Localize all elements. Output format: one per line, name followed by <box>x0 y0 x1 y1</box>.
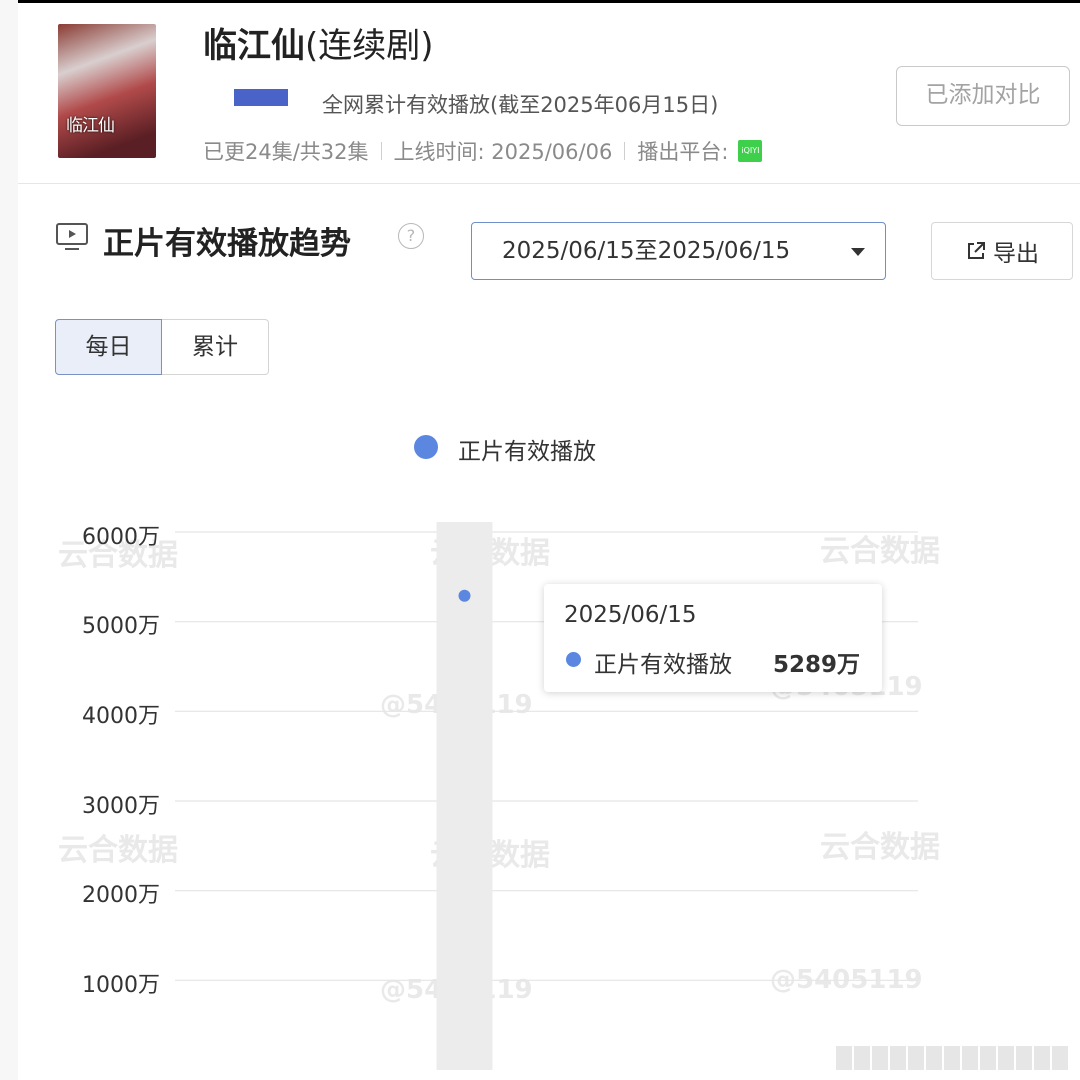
date-range-value: 2025/06/15至2025/06/15 <box>502 238 791 264</box>
stat-caption: 全网累计有效播放(截至2025年06月15日) <box>322 93 719 117</box>
title-suffix: (连续剧) <box>305 26 434 66</box>
bottom-overlay-strip <box>836 1046 1072 1070</box>
tooltip-series-name: 正片有效播放 <box>594 652 732 678</box>
top-border <box>0 0 1080 3</box>
launch-date: 上线时间: 2025/06/06 <box>393 140 613 164</box>
drama-poster: 临江仙 <box>58 24 156 158</box>
platform-label: 播出平台: <box>637 140 729 164</box>
poster-text: 临江仙 <box>66 116 115 136</box>
header-divider <box>18 183 1080 184</box>
episode-count: 已更24集/共32集 <box>203 140 369 164</box>
y-tick-label: 6000万 <box>82 525 160 550</box>
iqiyi-logo-icon: iQIYI <box>738 140 763 162</box>
external-link-icon <box>968 242 985 259</box>
tooltip-date: 2025/06/15 <box>564 602 697 628</box>
help-icon[interactable]: ? <box>398 223 424 249</box>
caret-down-icon <box>851 248 865 256</box>
legend-label[interactable]: 正片有效播放 <box>458 432 596 466</box>
tab-cumulative[interactable]: 累计 <box>162 319 269 375</box>
chart-tooltip: 2025/06/15 正片有效播放 5289万 <box>544 584 882 692</box>
y-tick-label: 3000万 <box>82 794 160 819</box>
meta-divider <box>624 142 626 160</box>
y-tick-label: 2000万 <box>82 883 160 908</box>
page-title: 临江仙(连续剧) <box>203 18 434 67</box>
section-title: 正片有效播放趋势 <box>103 226 351 262</box>
tooltip-series-dot <box>566 652 581 667</box>
title-main: 临江仙 <box>203 26 305 66</box>
redacted-stat-value <box>234 89 288 106</box>
date-range-select[interactable]: 2025/06/15至2025/06/15 <box>471 222 886 280</box>
y-tick-label: 1000万 <box>82 973 160 998</box>
watermark-brand: 云合数据 <box>820 830 940 865</box>
watermark-brand: 云合数据 <box>430 536 550 571</box>
watermark-brand: 云合数据 <box>430 838 550 873</box>
watermark-handle: @5405119 <box>770 965 923 995</box>
tooltip-value: 5289万 <box>772 652 860 678</box>
added-compare-button[interactable]: 已添加对比 <box>896 66 1070 126</box>
watermark-handle: @5405119 <box>380 690 533 720</box>
watermark-handle: @5405119 <box>380 975 533 1005</box>
meta-row: 已更24集/共32集 上线时间: 2025/06/06 播出平台: iQIYI <box>203 136 763 166</box>
meta-divider <box>380 142 382 160</box>
tab-daily[interactable]: 每日 <box>55 319 162 375</box>
y-tick-label: 5000万 <box>82 614 160 639</box>
y-tick-label: 4000万 <box>82 704 160 729</box>
export-label: 导出 <box>993 241 1039 267</box>
left-edge-panel <box>0 0 18 1080</box>
legend-dot[interactable] <box>414 435 438 459</box>
export-button[interactable]: 导出 <box>931 222 1073 280</box>
daily-cumulative-toggle: 每日 累计 <box>55 319 269 375</box>
watermark-brand: 云合数据 <box>820 534 940 569</box>
data-point[interactable] <box>458 589 471 602</box>
watermark-brand: 云合数据 <box>58 833 178 868</box>
monitor-play-icon <box>56 223 88 250</box>
